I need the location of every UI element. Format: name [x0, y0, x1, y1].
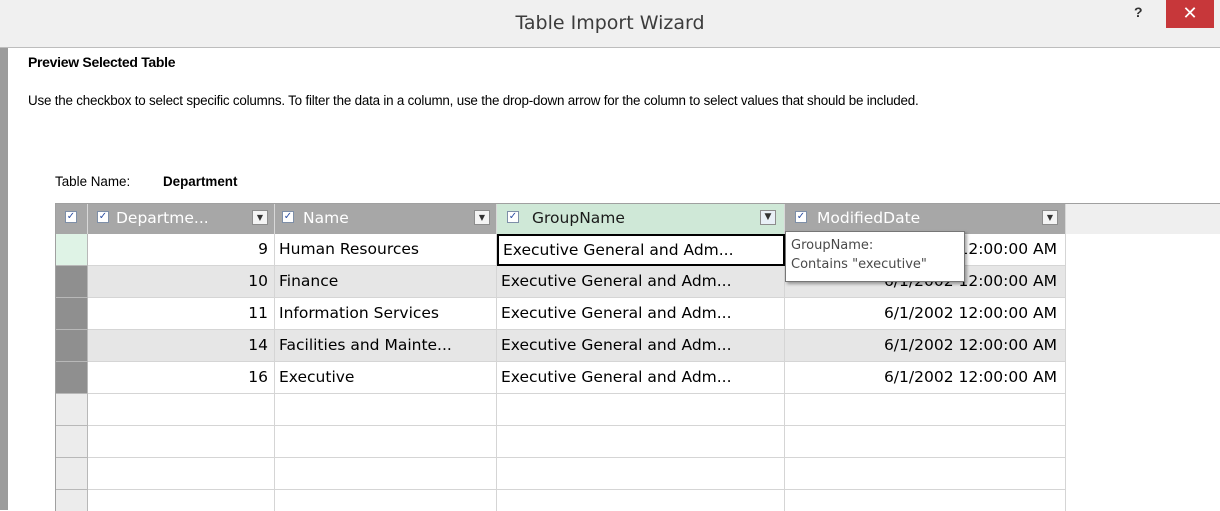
column-header-label: Departme...: [116, 209, 209, 227]
empty-cell: [88, 426, 275, 458]
select-all-header: ✓: [56, 204, 88, 234]
table-cell[interactable]: Executive General and Adm...: [497, 362, 785, 394]
empty-cell: [497, 394, 785, 426]
table-cell[interactable]: 6/1/2002 12:00:00 AM: [785, 330, 1066, 362]
preview-grid: ✓ ✓ Departme... ▼ ✓ Name ▼ ✓ GroupName ▼…: [55, 203, 1220, 511]
empty-cell: [785, 458, 1066, 490]
empty-cell: [275, 490, 497, 511]
table-cell[interactable]: Executive General and Adm...: [497, 298, 785, 330]
row-selector[interactable]: [56, 266, 88, 298]
column-checkbox-modifieddate[interactable]: ✓: [795, 211, 807, 223]
column-checkbox-departmentid[interactable]: ✓: [97, 211, 109, 223]
table-cell[interactable]: Executive General and Adm...: [497, 266, 785, 298]
empty-cell: [497, 458, 785, 490]
wizard-content: Preview Selected Table Use the checkbox …: [8, 48, 1220, 511]
empty-cell: [785, 426, 1066, 458]
table-cell[interactable]: Executive General and Adm...: [497, 330, 785, 362]
row-selector[interactable]: [56, 298, 88, 330]
empty-row-selector: [56, 426, 88, 458]
row-selector[interactable]: [56, 234, 88, 266]
table-cell[interactable]: 9: [88, 234, 275, 266]
empty-cell: [497, 490, 785, 511]
row-selector[interactable]: [56, 362, 88, 394]
filter-applied-icon[interactable]: ▼: [760, 210, 776, 225]
empty-row-selector: [56, 490, 88, 511]
select-all-checkbox[interactable]: ✓: [65, 211, 77, 223]
page-heading: Preview Selected Table: [28, 54, 176, 70]
column-header-groupname[interactable]: ✓ GroupName ▼: [497, 204, 785, 234]
title-bar: Table Import Wizard ? ✕: [0, 0, 1220, 48]
table-cell[interactable]: 10: [88, 266, 275, 298]
tooltip-line-2: Contains "executive": [791, 257, 927, 272]
column-header-name[interactable]: ✓ Name ▼: [275, 204, 497, 234]
column-checkbox-groupname[interactable]: ✓: [507, 211, 519, 223]
table-name-value: Department: [163, 174, 238, 189]
empty-cell: [275, 426, 497, 458]
empty-row-selector: [56, 394, 88, 426]
filter-tooltip: GroupName: Contains "executive": [785, 231, 965, 282]
column-header-departmentid[interactable]: ✓ Departme... ▼: [88, 204, 275, 234]
window-title: Table Import Wizard: [515, 12, 705, 34]
empty-cell: [88, 394, 275, 426]
close-button[interactable]: ✕: [1166, 0, 1214, 28]
header-filler: [1066, 204, 1220, 234]
table-cell[interactable]: 16: [88, 362, 275, 394]
table-cell[interactable]: Facilities and Mainte...: [275, 330, 497, 362]
column-header-label: ModifiedDate: [817, 209, 921, 227]
empty-cell: [497, 426, 785, 458]
window-left-border: [0, 48, 8, 510]
table-cell[interactable]: Human Resources: [275, 234, 497, 266]
table-cell[interactable]: 6/1/2002 12:00:00 AM: [785, 362, 1066, 394]
empty-cell: [785, 394, 1066, 426]
table-name-label: Table Name:: [55, 174, 131, 189]
empty-cell: [88, 490, 275, 511]
column-header-label: Name: [303, 209, 349, 227]
tooltip-line-1: GroupName:: [791, 238, 874, 253]
table-cell[interactable]: 14: [88, 330, 275, 362]
column-header-modifieddate[interactable]: ✓ ModifiedDate ▼: [785, 204, 1066, 234]
table-cell[interactable]: Information Services: [275, 298, 497, 330]
filter-dropdown-modifieddate[interactable]: ▼: [1042, 210, 1058, 225]
filter-dropdown-name[interactable]: ▼: [474, 210, 490, 225]
filter-dropdown-departmentid[interactable]: ▼: [252, 210, 268, 225]
empty-cell: [785, 490, 1066, 511]
table-cell[interactable]: 11: [88, 298, 275, 330]
empty-row-selector: [56, 458, 88, 490]
help-button[interactable]: ?: [1134, 4, 1143, 20]
empty-cell: [275, 458, 497, 490]
table-cell[interactable]: 6/1/2002 12:00:00 AM: [785, 298, 1066, 330]
column-checkbox-name[interactable]: ✓: [282, 211, 294, 223]
table-cell[interactable]: Finance: [275, 266, 497, 298]
empty-cell: [275, 394, 497, 426]
focused-cell[interactable]: Executive General and Adm...: [497, 234, 785, 266]
instructions-text: Use the checkbox to select specific colu…: [28, 93, 919, 108]
table-cell[interactable]: Executive: [275, 362, 497, 394]
empty-cell: [88, 458, 275, 490]
row-selector[interactable]: [56, 330, 88, 362]
column-header-label: GroupName: [532, 209, 625, 227]
